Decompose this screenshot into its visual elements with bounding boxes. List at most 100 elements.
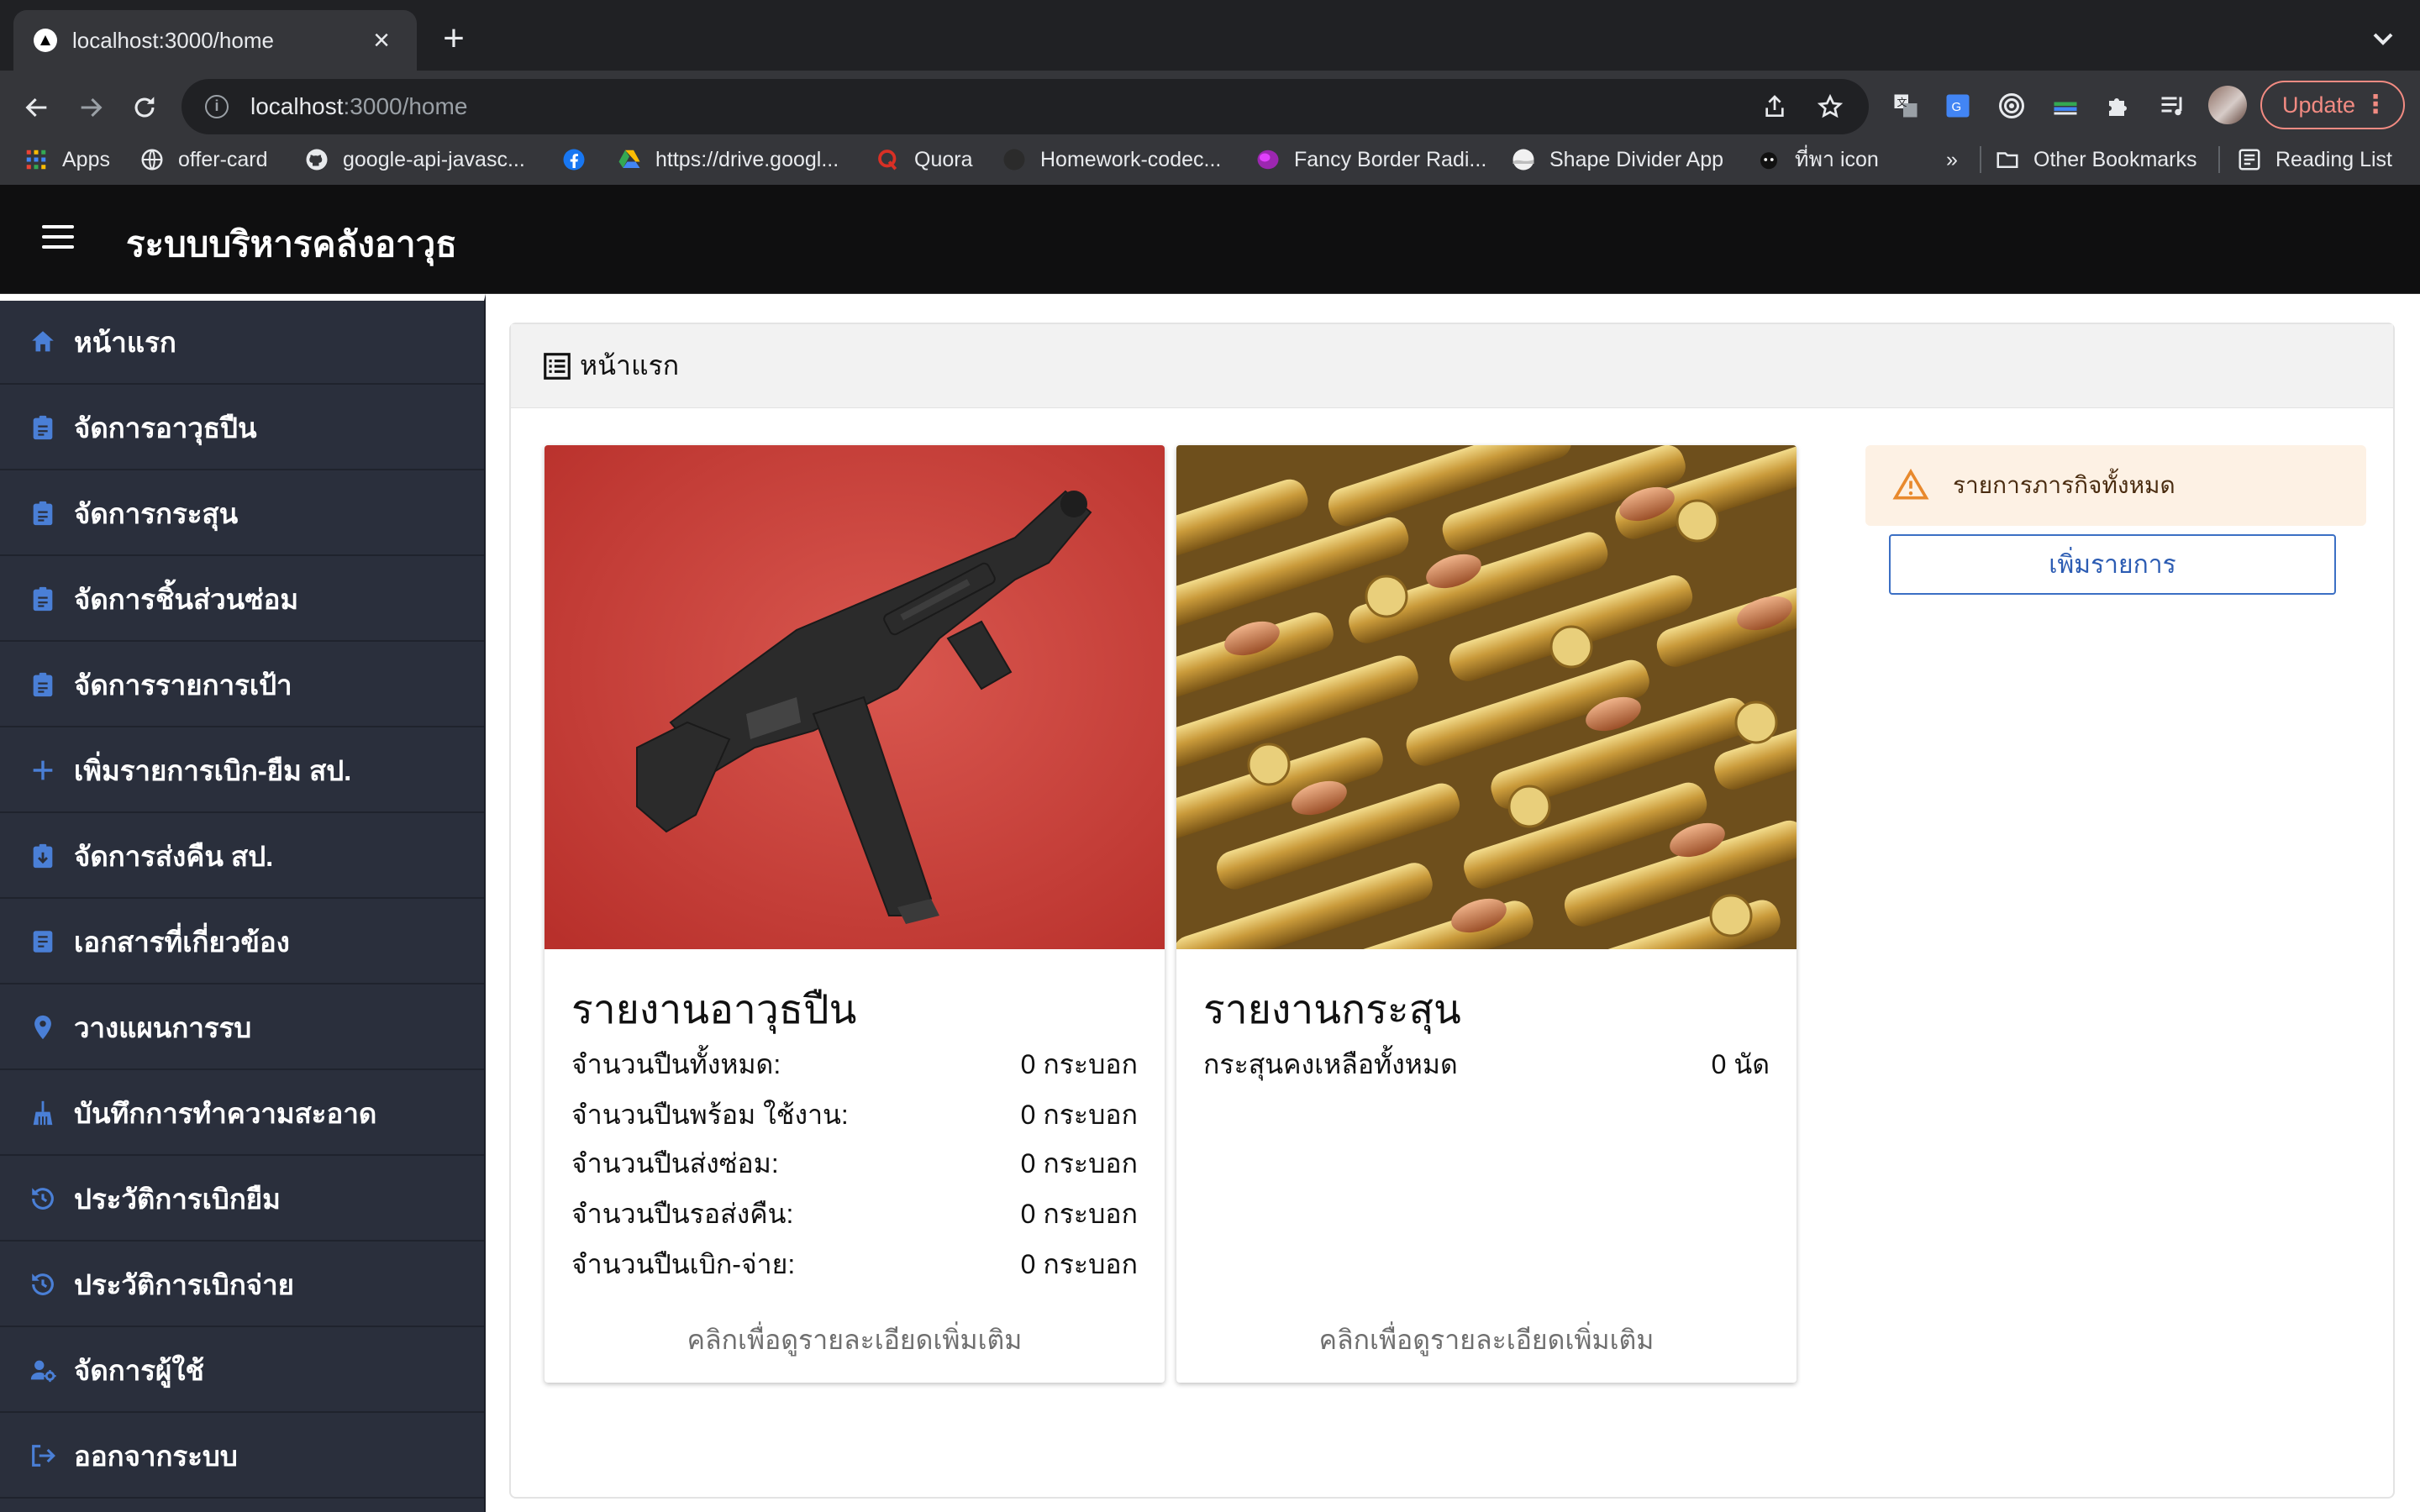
- site-info-icon[interactable]: i: [205, 95, 229, 118]
- tasks-alert: รายการภารกิจทั้งหมด: [1865, 445, 2366, 526]
- bookmark-google-api[interactable]: google-api-javasc...: [304, 144, 525, 175]
- stat-value: 0 นัด: [1711, 1049, 1770, 1079]
- quora-icon: [876, 147, 901, 172]
- reload-button[interactable]: [124, 87, 165, 128]
- sidebar-item-borrow-history[interactable]: ประวัติการเบิกยืม: [0, 1158, 484, 1242]
- emoji-icon: [1756, 147, 1781, 172]
- reading-list-icon: [2237, 147, 2262, 172]
- tab-title: localhost:3000/home: [72, 27, 274, 53]
- stat-label: จำนวนปืนเบิก-จ่าย:: [571, 1249, 796, 1279]
- gun-report-card[interactable]: รายงานอาวุธปืน จำนวนปืนทั้งหมด: 0 กระบอก…: [544, 445, 1165, 1383]
- github-icon: [304, 147, 329, 172]
- panel-header: หน้าแรก: [511, 324, 2393, 408]
- back-arrow-icon: [25, 97, 47, 118]
- forward-button[interactable]: [71, 87, 111, 128]
- target-extension-icon[interactable]: [1991, 86, 2032, 126]
- new-tab-button[interactable]: +: [434, 18, 474, 59]
- sidebar-item-manage-returns[interactable]: จัดการส่งคืน สป.: [0, 815, 484, 899]
- media-controls-icon[interactable]: [2153, 86, 2193, 126]
- reload-icon: [134, 97, 155, 118]
- stat-value: 0 กระบอก: [1020, 1100, 1138, 1130]
- bookmarks-overflow-button[interactable]: »: [1946, 144, 1958, 175]
- warning-icon: [1892, 468, 1929, 500]
- sidebar-item-manage-ammo[interactable]: จัดการกระสุน: [0, 472, 484, 556]
- ammo-report-card[interactable]: รายงานกระสุน กระสุนคงเหลือทั้งหมด 0 นัด …: [1176, 445, 1797, 1383]
- home-icon: [27, 326, 59, 358]
- cleaning-broom-icon: [27, 1097, 59, 1129]
- sidebar-item-documents[interactable]: เอกสารที่เกี่ยวข้อง: [0, 900, 484, 984]
- tasks-alert-text: รายการภารกิจทั้งหมด: [1953, 472, 2175, 498]
- gun-stat-row: จำนวนปืนพร้อม ใช้งาน: 0 กระบอก: [571, 1094, 1138, 1137]
- codecamp-icon: [1002, 147, 1027, 172]
- stat-value: 0 กระบอก: [1020, 1199, 1138, 1229]
- devtools-extension-icon[interactable]: [2045, 86, 2086, 126]
- close-tab-icon[interactable]: ×: [366, 24, 397, 57]
- other-bookmarks-folder[interactable]: Other Bookmarks: [1995, 144, 2197, 175]
- sidebar-item-manage-users[interactable]: จัดการผู้ใช้: [0, 1329, 484, 1413]
- app-title: ระบบบริหารคลังอาวุธ: [126, 224, 457, 264]
- bookmark-offer-card[interactable]: offer-card: [139, 144, 268, 175]
- browser-menu-icon[interactable]: ⋮: [2363, 91, 2388, 119]
- share-icon[interactable]: [1760, 92, 1790, 122]
- logout-icon: [27, 1440, 59, 1472]
- sidebar-item-cleaning-log[interactable]: บันทึกการทำความสะอาด: [0, 1072, 484, 1156]
- sidebar-item-manage-guns[interactable]: จัดการอาวุธปืน: [0, 386, 484, 470]
- sidebar-item-home[interactable]: หน้าแรก: [0, 301, 484, 385]
- forward-arrow-icon: [81, 97, 103, 118]
- reading-list-button[interactable]: Reading List: [2237, 144, 2392, 175]
- browser-tab-strip: localhost:3000/home × +: [0, 0, 2420, 71]
- shape-divider-icon: [1511, 147, 1536, 172]
- gun-stat-row: จำนวนปืนทั้งหมด: 0 กระบอก: [571, 1043, 1138, 1086]
- sidebar-item-manage-targets[interactable]: จัดการรายการเป้า: [0, 643, 484, 727]
- bookmark-fancy-border-radius[interactable]: Fancy Border Radi...: [1255, 144, 1486, 175]
- gun-card-more-link[interactable]: คลิกเพื่อดูรายละเอียดเพิ่มเติม: [544, 1319, 1165, 1362]
- manage-users-icon: [27, 1354, 59, 1386]
- profile-avatar[interactable]: [2208, 86, 2247, 124]
- gun-stat-row: จำนวนปืนส่งซ่อม: 0 กระบอก: [571, 1142, 1138, 1185]
- clipboard-icon: [27, 669, 59, 701]
- google-drive-icon: [617, 147, 642, 172]
- tab-search-chevron-icon[interactable]: [2366, 22, 2400, 55]
- facebook-icon: [561, 147, 587, 172]
- add-task-button[interactable]: เพิ่มรายการ: [1889, 534, 2336, 595]
- ammo-image: [1176, 445, 1797, 949]
- browser-tab[interactable]: localhost:3000/home ×: [13, 10, 417, 71]
- back-button[interactable]: [17, 87, 57, 128]
- bookmark-emoji-icon[interactable]: ที่พา icon: [1756, 144, 1879, 175]
- address-bar[interactable]: i localhost:3000/home: [182, 79, 1869, 134]
- sidebar-item-add-borrow[interactable]: เพิ่มรายการเบิก-ยืม สป.: [0, 729, 484, 813]
- panel-title: หน้าแรก: [580, 350, 680, 381]
- bookmarks-bar: Apps offer-card google-api-javasc... htt…: [0, 134, 2420, 185]
- gun-stat-row: จำนวนปืนเบิก-จ่าย: 0 กระบอก: [571, 1243, 1138, 1286]
- bookmark-star-icon[interactable]: [1815, 92, 1845, 122]
- sidebar-item-logout[interactable]: ออกจากระบบ: [0, 1415, 484, 1499]
- sidebar: หน้าแรก จัดการอาวุธปืน จัดการกระสุน จัดก…: [0, 294, 486, 1512]
- list-view-icon: [544, 352, 571, 380]
- bookmark-shape-divider[interactable]: Shape Divider App: [1511, 144, 1723, 175]
- gun-stat-row: จำนวนปืนรอส่งคืน: 0 กระบอก: [571, 1193, 1138, 1236]
- bookmark-homework-codecamp[interactable]: Homework-codec...: [1002, 144, 1221, 175]
- stat-label: จำนวนปืนทั้งหมด:: [571, 1049, 781, 1079]
- bookmarks-divider: [1980, 146, 1981, 173]
- url-text[interactable]: localhost:3000/home: [250, 93, 1734, 120]
- document-icon: [27, 926, 59, 958]
- google-translate-icon[interactable]: G: [1938, 86, 1978, 126]
- sidebar-item-manage-repair-parts[interactable]: จัดการชิ้นส่วนซ่อม: [0, 558, 484, 642]
- purple-blob-icon: [1255, 147, 1281, 172]
- stat-value: 0 กระบอก: [1020, 1249, 1138, 1279]
- update-button[interactable]: Update ⋮: [2260, 81, 2405, 129]
- bookmark-google-drive[interactable]: https://drive.googl...: [617, 144, 839, 175]
- location-pin-icon: [27, 1011, 59, 1043]
- extensions-puzzle-icon[interactable]: [2099, 86, 2139, 126]
- bookmark-facebook[interactable]: [561, 144, 600, 175]
- clipboard-icon: [27, 497, 59, 529]
- nextjs-favicon-icon: [34, 29, 57, 52]
- sidebar-item-battle-plan[interactable]: วางแผนการรบ: [0, 986, 484, 1070]
- bookmark-quora[interactable]: Quora: [876, 144, 972, 175]
- history-icon: [27, 1268, 59, 1300]
- translate-extension-icon[interactable]: 文: [1886, 86, 1926, 126]
- bookmark-apps[interactable]: Apps: [24, 144, 110, 175]
- hamburger-menu-icon[interactable]: [42, 225, 76, 254]
- sidebar-item-dispense-history[interactable]: ประวัติการเบิกจ่าย: [0, 1243, 484, 1327]
- ammo-card-more-link[interactable]: คลิกเพื่อดูรายละเอียดเพิ่มเติม: [1176, 1319, 1797, 1362]
